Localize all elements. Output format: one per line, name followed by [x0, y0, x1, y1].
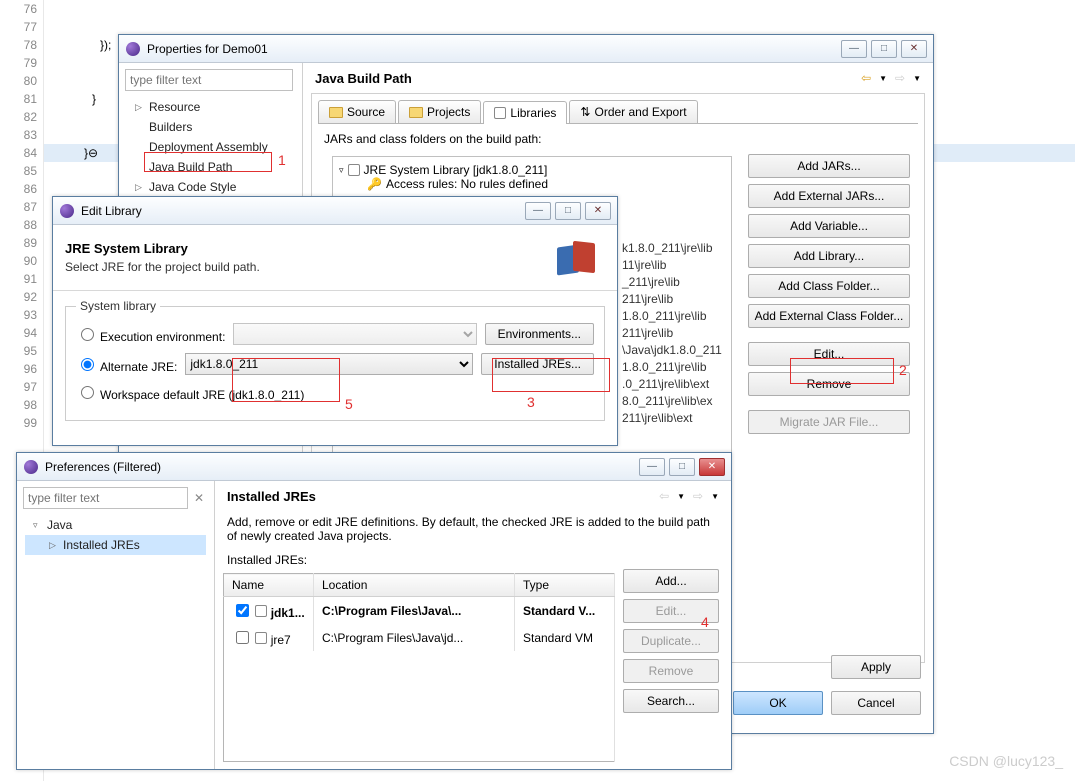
forward-arrow-icon[interactable]: ⇨	[689, 487, 707, 505]
nav-arrows: ⇦▼ ⇨▼	[857, 69, 921, 87]
minimize-button[interactable]: —	[525, 202, 551, 220]
edit-library-titlebar[interactable]: Edit Library — □ ✕	[53, 197, 617, 225]
edit-library-window: Edit Library — □ ✕ JRE System Library Se…	[52, 196, 618, 446]
jars-label: JARs and class folders on the build path…	[312, 124, 924, 148]
col-location[interactable]: Location	[314, 574, 515, 597]
exec-env-combo	[233, 323, 476, 345]
libraries-icon	[494, 107, 506, 119]
filter-input[interactable]	[125, 69, 293, 91]
environments-button[interactable]: Environments...	[485, 323, 594, 345]
jre-checkbox[interactable]	[236, 631, 249, 644]
apply-button[interactable]: Apply	[831, 655, 921, 679]
preferences-titlebar[interactable]: Preferences (Filtered) — □ ✕	[17, 453, 731, 481]
library-buttons: Add JARs... Add External JARs... Add Var…	[744, 148, 916, 684]
remove-button[interactable]: Remove	[748, 372, 910, 396]
back-arrow-icon[interactable]: ⇦	[655, 487, 673, 505]
minimize-button[interactable]: —	[841, 40, 867, 58]
tabs: Source Projects Libraries ⇅Order and Exp…	[318, 100, 918, 124]
tab-source[interactable]: Source	[318, 100, 396, 123]
preferences-sidebar: ✕ ▿Java ▷Installed JREs	[17, 481, 215, 769]
tab-libraries[interactable]: Libraries	[483, 101, 567, 124]
alternate-jre-combo[interactable]: jdk1.8.0_211	[185, 353, 473, 375]
preferences-title: Preferences (Filtered)	[45, 460, 639, 474]
preferences-tree[interactable]: ▿Java ▷Installed JREs	[25, 515, 206, 555]
workspace-default-radio[interactable]: Workspace default JRE (jdk1.8.0_211)	[76, 383, 304, 402]
properties-tree[interactable]: ▷Resource Builders Deployment Assembly J…	[127, 97, 294, 197]
cancel-button[interactable]: Cancel	[831, 691, 921, 715]
projects-icon	[409, 107, 423, 118]
jre-table[interactable]: Name Location Type jdk1... C:\Program Fi…	[223, 573, 615, 762]
close-button[interactable]: ✕	[585, 202, 611, 220]
migrate-button: Migrate JAR File...	[748, 410, 910, 434]
add-external-class-folder-button[interactable]: Add External Class Folder...	[748, 304, 910, 328]
forward-arrow-icon[interactable]: ⇨	[891, 69, 909, 87]
jre-checkbox[interactable]	[236, 604, 249, 617]
maximize-button[interactable]: □	[555, 202, 581, 220]
jre-node[interactable]: JRE System Library [jdk1.8.0_211]	[364, 163, 548, 177]
lib-path-fragments: k1.8.0_211\jre\lib11\jre\lib_211\jre\lib…	[622, 240, 722, 427]
table-row[interactable]: jdk1... C:\Program Files\Java\... Standa…	[224, 597, 615, 625]
remove-jre-button: Remove	[623, 659, 719, 683]
minimize-button[interactable]: —	[639, 458, 665, 476]
add-jars-button[interactable]: Add JARs...	[748, 154, 910, 178]
properties-title: Properties for Demo01	[147, 42, 841, 56]
tab-projects[interactable]: Projects	[398, 100, 481, 123]
search-button[interactable]: Search...	[623, 689, 719, 713]
edit-button[interactable]: Edit...	[748, 342, 910, 366]
col-name[interactable]: Name	[224, 574, 314, 597]
tree-item-build-path[interactable]: Java Build Path	[127, 157, 294, 177]
table-row[interactable]: jre7 C:\Program Files\Java\jd... Standar…	[224, 624, 615, 651]
system-library-group: System library Execution environment: En…	[65, 299, 605, 421]
source-icon	[329, 107, 343, 118]
access-node[interactable]: Access rules: No rules defined	[386, 177, 548, 191]
eclipse-icon	[23, 459, 39, 475]
tree-item-resource[interactable]: ▷Resource	[127, 97, 294, 117]
tree-item-deployment[interactable]: Deployment Assembly	[127, 137, 294, 157]
duplicate-button: Duplicate...	[623, 629, 719, 653]
add-class-folder-button[interactable]: Add Class Folder...	[748, 274, 910, 298]
edit-jre-button: Edit...	[623, 599, 719, 623]
jre-buttons: Add... Edit... Duplicate... Remove Searc…	[623, 569, 723, 766]
alternate-jre-radio[interactable]: Alternate JRE:	[76, 355, 177, 374]
table-label: Installed JREs:	[223, 553, 723, 569]
panel-heading: Java Build Path	[315, 71, 412, 86]
order-icon: ⇅	[580, 105, 590, 119]
tree-item-code-style[interactable]: ▷Java Code Style	[127, 177, 294, 197]
back-arrow-icon[interactable]: ⇦	[857, 69, 875, 87]
add-library-button[interactable]: Add Library...	[748, 244, 910, 268]
jre-icon	[348, 164, 360, 176]
preferences-window: Preferences (Filtered) — □ ✕ ✕ ▿Java ▷In…	[16, 452, 732, 770]
pref-desc: Add, remove or edit JRE definitions. By …	[223, 511, 723, 553]
tab-order[interactable]: ⇅Order and Export	[569, 100, 697, 123]
edit-heading: JRE System Library	[53, 233, 551, 260]
col-type[interactable]: Type	[515, 574, 615, 597]
exec-env-radio[interactable]: Execution environment:	[76, 325, 225, 344]
watermark: CSDN @lucy123_	[949, 753, 1063, 769]
pref-filter-input[interactable]	[23, 487, 188, 509]
tree-item-builders[interactable]: Builders	[127, 117, 294, 137]
add-external-jars-button[interactable]: Add External JARs...	[748, 184, 910, 208]
ok-button[interactable]: OK	[733, 691, 823, 715]
tree-item-installed-jres[interactable]: ▷Installed JREs	[25, 535, 206, 555]
eclipse-icon	[59, 203, 75, 219]
properties-titlebar[interactable]: Properties for Demo01 — □ ✕	[119, 35, 933, 63]
installed-jres-button[interactable]: Installed JREs...	[481, 353, 594, 375]
jre-row-icon	[255, 605, 267, 617]
edit-library-title: Edit Library	[81, 204, 525, 218]
close-button[interactable]: ✕	[901, 40, 927, 58]
add-variable-button[interactable]: Add Variable...	[748, 214, 910, 238]
maximize-button[interactable]: □	[669, 458, 695, 476]
maximize-button[interactable]: □	[871, 40, 897, 58]
tree-item-java[interactable]: ▿Java	[25, 515, 206, 535]
access-icon: 🔑	[367, 177, 382, 191]
clear-filter-icon[interactable]: ✕	[188, 491, 210, 505]
eclipse-icon	[125, 41, 141, 57]
system-library-legend: System library	[76, 299, 160, 313]
close-button[interactable]: ✕	[699, 458, 725, 476]
library-icon	[551, 238, 601, 278]
pref-heading: Installed JREs	[227, 489, 316, 504]
add-button[interactable]: Add...	[623, 569, 719, 593]
edit-sub: Select JRE for the project build path.	[53, 260, 551, 282]
jre-row-icon	[255, 632, 267, 644]
